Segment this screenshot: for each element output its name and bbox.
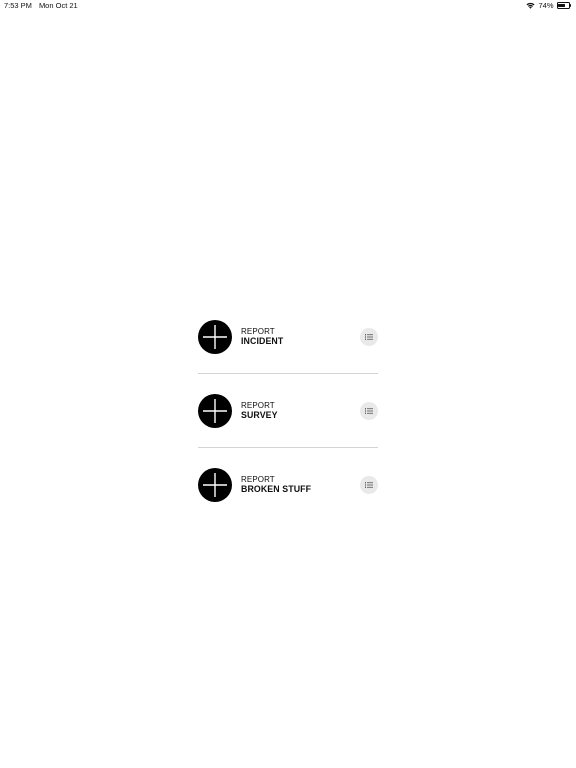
report-title: INCIDENT xyxy=(241,336,284,347)
status-date: Mon Oct 21 xyxy=(38,1,78,10)
report-row-broken-stuff: REPORT BROKEN STUFF xyxy=(198,448,378,521)
list-icon xyxy=(365,481,373,488)
add-survey-button[interactable] xyxy=(198,393,232,428)
battery-percent: 74% xyxy=(538,1,554,10)
plus-icon xyxy=(203,472,227,497)
incident-list-button[interactable] xyxy=(360,327,378,346)
broken-stuff-list-button[interactable] xyxy=(360,475,378,494)
battery-tip xyxy=(570,4,571,7)
report-list: REPORT INCIDENT REPORT SURVEY REPORT BRO… xyxy=(198,300,378,521)
status-bar: 7:53 PM Mon Oct 21 74% xyxy=(0,0,576,12)
list-icon xyxy=(365,407,373,414)
status-time: 7:53 PM xyxy=(4,1,32,10)
status-right: 74% xyxy=(526,1,571,10)
report-kicker: REPORT xyxy=(241,400,275,410)
wifi-icon xyxy=(526,2,535,9)
list-icon xyxy=(365,333,373,340)
add-broken-stuff-button[interactable] xyxy=(198,467,232,502)
add-incident-button[interactable] xyxy=(198,319,232,354)
plus-icon xyxy=(203,324,227,349)
report-title: BROKEN STUFF xyxy=(241,484,312,495)
battery-fill xyxy=(558,4,566,7)
survey-list-button[interactable] xyxy=(360,401,378,420)
report-text: REPORT SURVEY xyxy=(241,401,278,420)
battery-body xyxy=(556,2,570,9)
status-left: 7:53 PM Mon Oct 21 xyxy=(4,1,78,10)
report-text: REPORT INCIDENT xyxy=(241,327,283,346)
report-title: SURVEY xyxy=(241,410,278,421)
report-row-survey: REPORT SURVEY xyxy=(198,374,378,447)
report-row-incident: REPORT INCIDENT xyxy=(198,300,378,373)
battery-icon xyxy=(556,2,571,9)
plus-icon xyxy=(203,398,227,423)
report-kicker: REPORT xyxy=(241,474,275,484)
report-text: REPORT BROKEN STUFF xyxy=(241,475,311,494)
report-kicker: REPORT xyxy=(241,326,275,336)
